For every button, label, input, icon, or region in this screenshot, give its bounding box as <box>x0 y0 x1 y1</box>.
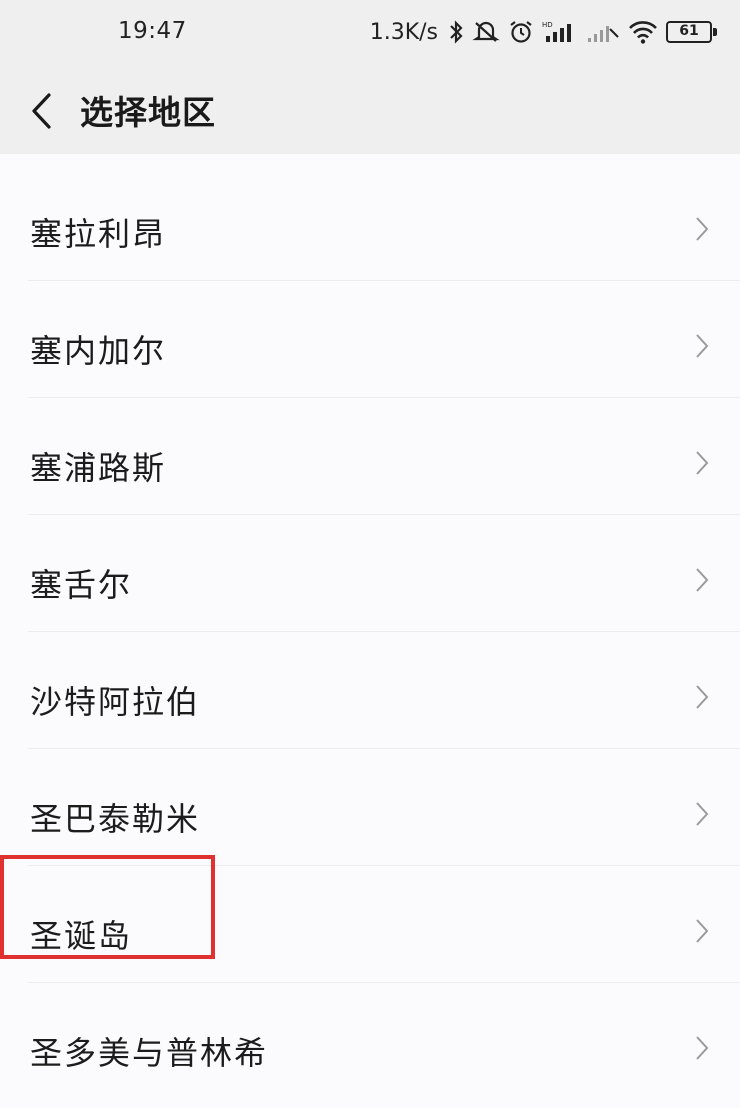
list-item-region[interactable]: 塞舌尔 <box>0 515 740 632</box>
net-speed: 1.3K/s <box>369 19 438 45</box>
page-title: 选择地区 <box>80 93 216 132</box>
region-label: 塞拉利昂 <box>30 215 167 253</box>
chevron-right-icon <box>696 334 709 358</box>
region-label: 圣多美与普林希 <box>30 1034 269 1072</box>
region-label: 塞内加尔 <box>30 332 167 370</box>
list-item-region[interactable]: 圣多美与普林希 <box>0 983 740 1100</box>
list-item-region[interactable]: 塞浦路斯 <box>0 398 740 515</box>
region-label: 塞舌尔 <box>30 566 133 604</box>
list-item-region[interactable]: 塞内加尔 <box>0 281 740 398</box>
mute-icon <box>472 18 500 46</box>
bluetooth-icon <box>448 18 464 46</box>
chevron-right-icon <box>696 217 709 241</box>
status-time: 19:47 <box>118 18 187 44</box>
region-label: 圣诞岛 <box>30 917 133 955</box>
status-indicators: 1.3K/s HD 61 <box>369 16 717 48</box>
status-bar: 19:47 1.3K/s HD 61 <box>0 0 740 70</box>
wifi-icon <box>628 18 658 46</box>
signal-icon <box>586 18 620 46</box>
region-label: 沙特阿拉伯 <box>30 683 201 721</box>
region-label: 圣巴泰勒米 <box>30 800 201 838</box>
chevron-left-icon <box>32 93 51 129</box>
svg-text:HD: HD <box>542 21 553 29</box>
chevron-right-icon <box>696 919 709 943</box>
chevron-right-icon <box>696 1036 709 1060</box>
chevron-right-icon <box>696 802 709 826</box>
chevron-right-icon <box>696 685 709 709</box>
chevron-right-icon <box>696 451 709 475</box>
list-item-region[interactable]: 圣诞岛 <box>0 866 740 983</box>
header-bar: 选择地区 <box>0 70 740 154</box>
list-item-region[interactable]: 圣巴泰勒米 <box>0 749 740 866</box>
region-label: 塞浦路斯 <box>30 449 167 487</box>
region-list: 塞拉利昂 塞内加尔 塞浦路斯 塞舌尔 沙特阿拉伯 圣巴泰勒米 圣诞岛 圣多美与普… <box>0 154 740 1108</box>
back-button[interactable] <box>16 82 66 140</box>
list-item-region[interactable]: 沙特阿拉伯 <box>0 632 740 749</box>
list-item-region[interactable]: 塞拉利昂 <box>0 164 740 281</box>
hd-signal-icon: HD <box>542 18 578 46</box>
alarm-icon <box>508 18 534 46</box>
chevron-right-icon <box>696 568 709 592</box>
battery-icon: 61 <box>666 21 717 43</box>
